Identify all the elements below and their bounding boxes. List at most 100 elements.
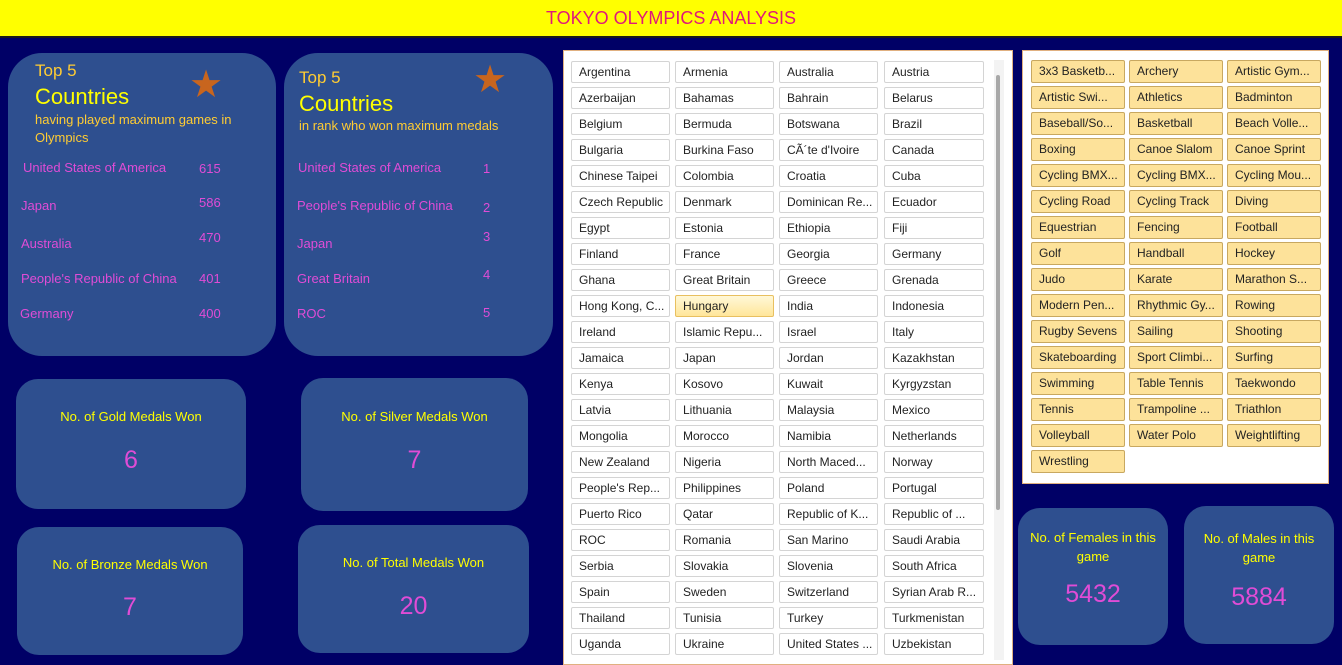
country-slicer-item[interactable]: Botswana	[779, 113, 878, 135]
sport-slicer-item[interactable]: Sport Climbi...	[1129, 346, 1223, 369]
country-slicer-item[interactable]: Germany	[884, 243, 984, 265]
country-slicer-item[interactable]: Estonia	[675, 217, 774, 239]
sport-slicer-item[interactable]: Table Tennis	[1129, 372, 1223, 395]
country-slicer-item[interactable]: Latvia	[571, 399, 670, 421]
country-slicer-item[interactable]: Norway	[884, 451, 984, 473]
country-slicer-item[interactable]: Armenia	[675, 61, 774, 83]
country-slicer-item[interactable]: Ukraine	[675, 633, 774, 655]
country-slicer-item[interactable]: Austria	[884, 61, 984, 83]
sport-slicer-item[interactable]: Cycling BMX...	[1129, 164, 1223, 187]
country-slicer-item[interactable]: Kosovo	[675, 373, 774, 395]
country-slicer-item[interactable]: Slovakia	[675, 555, 774, 577]
country-slicer-item[interactable]: Nigeria	[675, 451, 774, 473]
country-slicer-item[interactable]: Morocco	[675, 425, 774, 447]
sport-slicer-item[interactable]: Artistic Swi...	[1031, 86, 1125, 109]
sport-slicer-item[interactable]: Modern Pen...	[1031, 294, 1125, 317]
country-slicer-item[interactable]: ROC	[571, 529, 670, 551]
sport-slicer-item[interactable]: Basketball	[1129, 112, 1223, 135]
sport-slicer-item[interactable]: Canoe Sprint	[1227, 138, 1321, 161]
sport-slicer-item[interactable]: Cycling Mou...	[1227, 164, 1321, 187]
country-slicer-item[interactable]: Portugal	[884, 477, 984, 499]
country-slicer-item[interactable]: Ecuador	[884, 191, 984, 213]
sport-slicer-item[interactable]: Weightlifting	[1227, 424, 1321, 447]
country-slicer-item[interactable]: Denmark	[675, 191, 774, 213]
country-slicer-item[interactable]: Slovenia	[779, 555, 878, 577]
country-slicer-item[interactable]: Kuwait	[779, 373, 878, 395]
country-slicer-item[interactable]: Netherlands	[884, 425, 984, 447]
sport-slicer-item[interactable]: Rowing	[1227, 294, 1321, 317]
country-slicer-item[interactable]: Ghana	[571, 269, 670, 291]
country-slicer-item[interactable]: Thailand	[571, 607, 670, 629]
country-slicer-item[interactable]: Cuba	[884, 165, 984, 187]
country-slicer-item[interactable]: Uzbekistan	[884, 633, 984, 655]
country-slicer-item[interactable]: Republic of K...	[779, 503, 878, 525]
country-slicer-item[interactable]: Sweden	[675, 581, 774, 603]
country-slicer-item[interactable]: Uganda	[571, 633, 670, 655]
sport-slicer-item[interactable]: Water Polo	[1129, 424, 1223, 447]
country-slicer-item[interactable]: Ethiopia	[779, 217, 878, 239]
country-slicer-item[interactable]: Mongolia	[571, 425, 670, 447]
sport-slicer-item[interactable]: Skateboarding	[1031, 346, 1125, 369]
sport-slicer-item[interactable]: Trampoline ...	[1129, 398, 1223, 421]
country-slicer-item[interactable]: Israel	[779, 321, 878, 343]
sport-slicer-item[interactable]: Golf	[1031, 242, 1125, 265]
country-slicer-item[interactable]: Bahamas	[675, 87, 774, 109]
country-slicer-item[interactable]: United States ...	[779, 633, 878, 655]
country-slicer-item[interactable]: Bulgaria	[571, 139, 670, 161]
country-slicer-item[interactable]: Bahrain	[779, 87, 878, 109]
country-slicer-item[interactable]: Kenya	[571, 373, 670, 395]
country-slicer-item[interactable]: Azerbaijan	[571, 87, 670, 109]
sport-slicer-item[interactable]: Artistic Gym...	[1227, 60, 1321, 83]
country-slicer-item[interactable]: North Maced...	[779, 451, 878, 473]
country-slicer-item[interactable]: Hong Kong, C...	[571, 295, 670, 317]
sport-slicer-item[interactable]: Boxing	[1031, 138, 1125, 161]
country-slicer-item[interactable]: Tunisia	[675, 607, 774, 629]
country-slicer-item[interactable]: Qatar	[675, 503, 774, 525]
sport-slicer-item[interactable]: Marathon S...	[1227, 268, 1321, 291]
country-slicer-item[interactable]: Malaysia	[779, 399, 878, 421]
sport-slicer-item[interactable]: Rhythmic Gy...	[1129, 294, 1223, 317]
sport-slicer-item[interactable]: Swimming	[1031, 372, 1125, 395]
sport-slicer-item[interactable]: Surfing	[1227, 346, 1321, 369]
sport-slicer-item[interactable]: Archery	[1129, 60, 1223, 83]
sport-slicer-item[interactable]: Cycling BMX...	[1031, 164, 1125, 187]
country-slicer-item[interactable]: Hungary	[675, 295, 774, 317]
country-slicer-item[interactable]: Burkina Faso	[675, 139, 774, 161]
country-slicer-item[interactable]: Puerto Rico	[571, 503, 670, 525]
country-slicer-item[interactable]: Philippines	[675, 477, 774, 499]
country-slicer-item[interactable]: People's Rep...	[571, 477, 670, 499]
sport-slicer-item[interactable]: Fencing	[1129, 216, 1223, 239]
sport-slicer-item[interactable]: Diving	[1227, 190, 1321, 213]
country-slicer-item[interactable]: Indonesia	[884, 295, 984, 317]
sport-slicer-item[interactable]: Rugby Sevens	[1031, 320, 1125, 343]
country-slicer-item[interactable]: Bermuda	[675, 113, 774, 135]
country-slicer-item[interactable]: Spain	[571, 581, 670, 603]
sport-slicer-item[interactable]: Volleyball	[1031, 424, 1125, 447]
country-slicer-item[interactable]: Jamaica	[571, 347, 670, 369]
country-slicer-item[interactable]: Syrian Arab R...	[884, 581, 984, 603]
country-slicer-item[interactable]: CÃ´te d'Ivoire	[779, 139, 878, 161]
country-slicer-item[interactable]: Poland	[779, 477, 878, 499]
sport-slicer-item[interactable]: Football	[1227, 216, 1321, 239]
sport-slicer-item[interactable]: Cycling Road	[1031, 190, 1125, 213]
country-slicer-item[interactable]: Lithuania	[675, 399, 774, 421]
country-slicer-item[interactable]: Ireland	[571, 321, 670, 343]
sport-slicer-item[interactable]: Wrestling	[1031, 450, 1125, 473]
sport-slicer-item[interactable]: Cycling Track	[1129, 190, 1223, 213]
country-slicer-item[interactable]: Belarus	[884, 87, 984, 109]
country-slicer-item[interactable]: Egypt	[571, 217, 670, 239]
sport-slicer-item[interactable]: Judo	[1031, 268, 1125, 291]
sport-slicer-item[interactable]: Shooting	[1227, 320, 1321, 343]
country-slicer-item[interactable]: Chinese Taipei	[571, 165, 670, 187]
country-slicer-item[interactable]: Greece	[779, 269, 878, 291]
country-slicer-item[interactable]: Colombia	[675, 165, 774, 187]
country-slicer-item[interactable]: India	[779, 295, 878, 317]
sport-slicer-item[interactable]: Canoe Slalom	[1129, 138, 1223, 161]
country-slicer-item[interactable]: Grenada	[884, 269, 984, 291]
country-slicer-item[interactable]: Serbia	[571, 555, 670, 577]
country-slicer-item[interactable]: Mexico	[884, 399, 984, 421]
sport-slicer-item[interactable]: Equestrian	[1031, 216, 1125, 239]
sport-slicer-item[interactable]: Athletics	[1129, 86, 1223, 109]
country-slicer-item[interactable]: Great Britain	[675, 269, 774, 291]
country-slicer-item[interactable]: Republic of ...	[884, 503, 984, 525]
